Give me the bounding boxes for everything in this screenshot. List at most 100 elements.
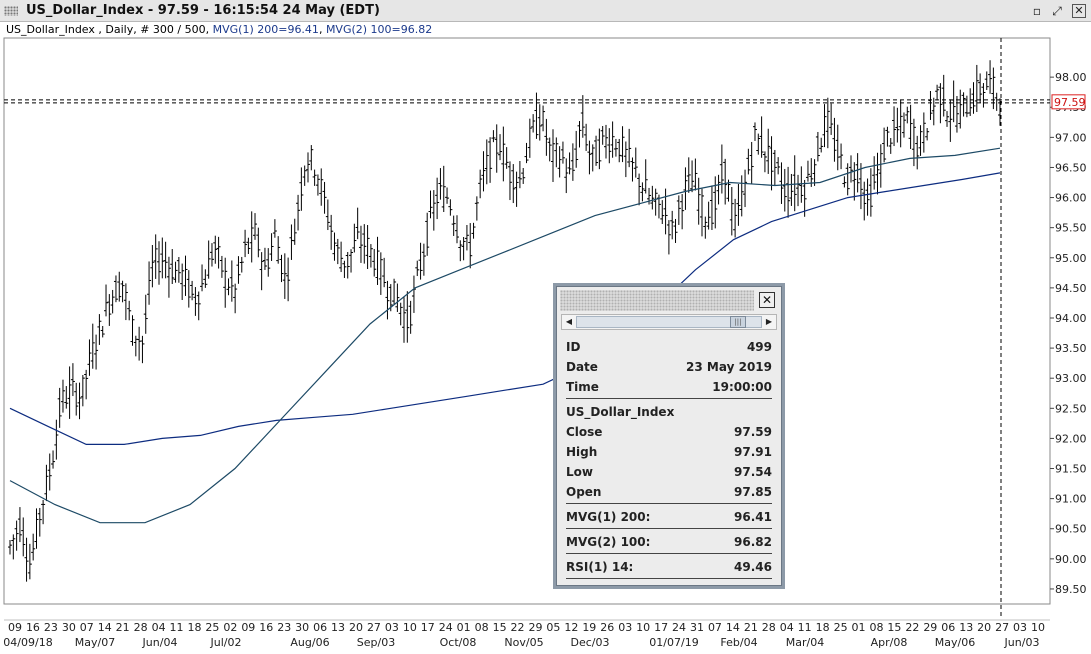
x-day-label: 03 <box>618 621 632 634</box>
popup-separator <box>566 503 772 504</box>
x-day-label: 07 <box>708 621 722 634</box>
y-tick-label: 94.00 <box>1055 312 1087 325</box>
popup-value: 96.82 <box>734 535 772 549</box>
popup-key: Open <box>566 485 602 499</box>
popup-row-date: Date 23 May 2019 <box>566 357 772 377</box>
x-month-label: Aug/06 <box>290 636 329 649</box>
popup-row-time: Time 19:00:00 <box>566 377 772 397</box>
x-month-label: Feb/04 <box>720 636 757 649</box>
popup-value: 97.85 <box>734 485 772 499</box>
price-chart[interactable]: 98.0097.5097.0096.5096.0095.5095.0094.50… <box>0 0 1091 654</box>
x-day-label: 20 <box>977 621 991 634</box>
y-tick-label: 97.00 <box>1055 131 1087 144</box>
data-window-popup[interactable]: ✕ ◀ ||| ▶ ID 499 Date 23 May 2019 Time 19:0… <box>553 283 785 589</box>
popup-value: 23 May 2019 <box>686 360 772 374</box>
scroll-left-icon[interactable]: ◀ <box>562 315 576 329</box>
popup-separator <box>566 553 772 554</box>
popup-value: 19:00:00 <box>712 380 772 394</box>
x-day-label: 23 <box>277 621 291 634</box>
popup-separator <box>566 578 772 579</box>
x-day-label: 24 <box>439 621 453 634</box>
popup-key: ID <box>566 340 581 354</box>
x-day-label: 10 <box>1031 621 1045 634</box>
plot-frame <box>3 37 1051 605</box>
x-day-label: 15 <box>887 621 901 634</box>
popup-close-button[interactable]: ✕ <box>759 292 775 308</box>
popup-scrollbar[interactable]: ◀ ||| ▶ <box>561 314 777 330</box>
popup-key: Time <box>566 380 599 394</box>
x-day-label: 09 <box>241 621 255 634</box>
popup-key: Date <box>566 360 598 374</box>
x-day-label: 27 <box>995 621 1009 634</box>
x-day-label: 10 <box>636 621 650 634</box>
x-day-label: 05 <box>546 621 560 634</box>
x-day-label: 21 <box>116 621 130 634</box>
x-day-label: 29 <box>923 621 937 634</box>
x-day-label: 14 <box>726 621 740 634</box>
x-month-label: Apr/08 <box>871 636 908 649</box>
x-day-label: 11 <box>170 621 184 634</box>
x-day-label: 30 <box>295 621 309 634</box>
x-day-label: 18 <box>816 621 830 634</box>
x-day-label: 07 <box>80 621 94 634</box>
popup-value: 96.41 <box>734 510 772 524</box>
y-tick-label: 93.00 <box>1055 372 1087 385</box>
price-label: 97.59 <box>1054 96 1086 109</box>
x-day-label: 22 <box>511 621 525 634</box>
popup-value: 97.91 <box>734 445 772 459</box>
x-day-label: 03 <box>1013 621 1027 634</box>
popup-value: 49.46 <box>734 560 772 574</box>
popup-drag-handle[interactable] <box>560 290 754 311</box>
x-month-label: Jun/03 <box>1004 636 1040 649</box>
popup-row-mvg1: MVG(1) 200: 96.41 <box>566 507 772 527</box>
x-day-label: 13 <box>331 621 345 634</box>
x-month-label: 04/09/18 <box>3 636 52 649</box>
x-day-label: 11 <box>798 621 812 634</box>
scroll-right-icon[interactable]: ▶ <box>762 315 776 329</box>
x-day-label: 06 <box>941 621 955 634</box>
x-day-label: 08 <box>475 621 489 634</box>
x-day-label: 18 <box>187 621 201 634</box>
x-day-label: 08 <box>869 621 883 634</box>
x-day-label: 21 <box>744 621 758 634</box>
y-tick-label: 92.50 <box>1055 402 1087 415</box>
x-day-label: 01 <box>852 621 866 634</box>
x-day-label: 01 <box>457 621 471 634</box>
y-tick-label: 94.50 <box>1055 282 1087 295</box>
x-day-label: 15 <box>493 621 507 634</box>
y-tick-label: 92.00 <box>1055 432 1087 445</box>
x-day-label: 28 <box>134 621 148 634</box>
y-tick-label: 90.50 <box>1055 523 1087 536</box>
x-day-label: 31 <box>690 621 704 634</box>
x-month-label: Dec/03 <box>571 636 610 649</box>
x-day-label: 25 <box>205 621 219 634</box>
x-day-label: 28 <box>762 621 776 634</box>
popup-symbol: US_Dollar_Index <box>566 405 675 419</box>
popup-key: RSI(1) 14: <box>566 560 634 574</box>
x-day-label: 22 <box>905 621 919 634</box>
x-day-label: 20 <box>349 621 363 634</box>
x-day-label: 13 <box>959 621 973 634</box>
x-month-label: 01/07/19 <box>649 636 698 649</box>
x-month-label: Sep/03 <box>357 636 395 649</box>
scroll-thumb[interactable]: ||| <box>730 316 746 328</box>
popup-key: MVG(2) 100: <box>566 535 651 549</box>
x-month-label: Oct/08 <box>440 636 477 649</box>
y-tick-label: 95.50 <box>1055 222 1087 235</box>
y-tick-label: 91.00 <box>1055 493 1087 506</box>
popup-key: High <box>566 445 598 459</box>
y-tick-label: 91.50 <box>1055 463 1087 476</box>
popup-key: Low <box>566 465 593 479</box>
x-day-label: 16 <box>259 621 273 634</box>
y-tick-label: 98.00 <box>1055 71 1087 84</box>
x-month-label: Jun/04 <box>142 636 178 649</box>
x-day-label: 19 <box>582 621 596 634</box>
x-day-label: 23 <box>44 621 58 634</box>
x-month-label: Jul/02 <box>210 636 242 649</box>
popup-row-rsi: RSI(1) 14: 49.46 <box>566 557 772 577</box>
x-day-label: 27 <box>367 621 381 634</box>
popup-row-symbol: US_Dollar_Index <box>566 402 772 422</box>
x-day-label: 26 <box>600 621 614 634</box>
popup-value: 97.59 <box>734 425 772 439</box>
x-month-label: Nov/05 <box>504 636 543 649</box>
